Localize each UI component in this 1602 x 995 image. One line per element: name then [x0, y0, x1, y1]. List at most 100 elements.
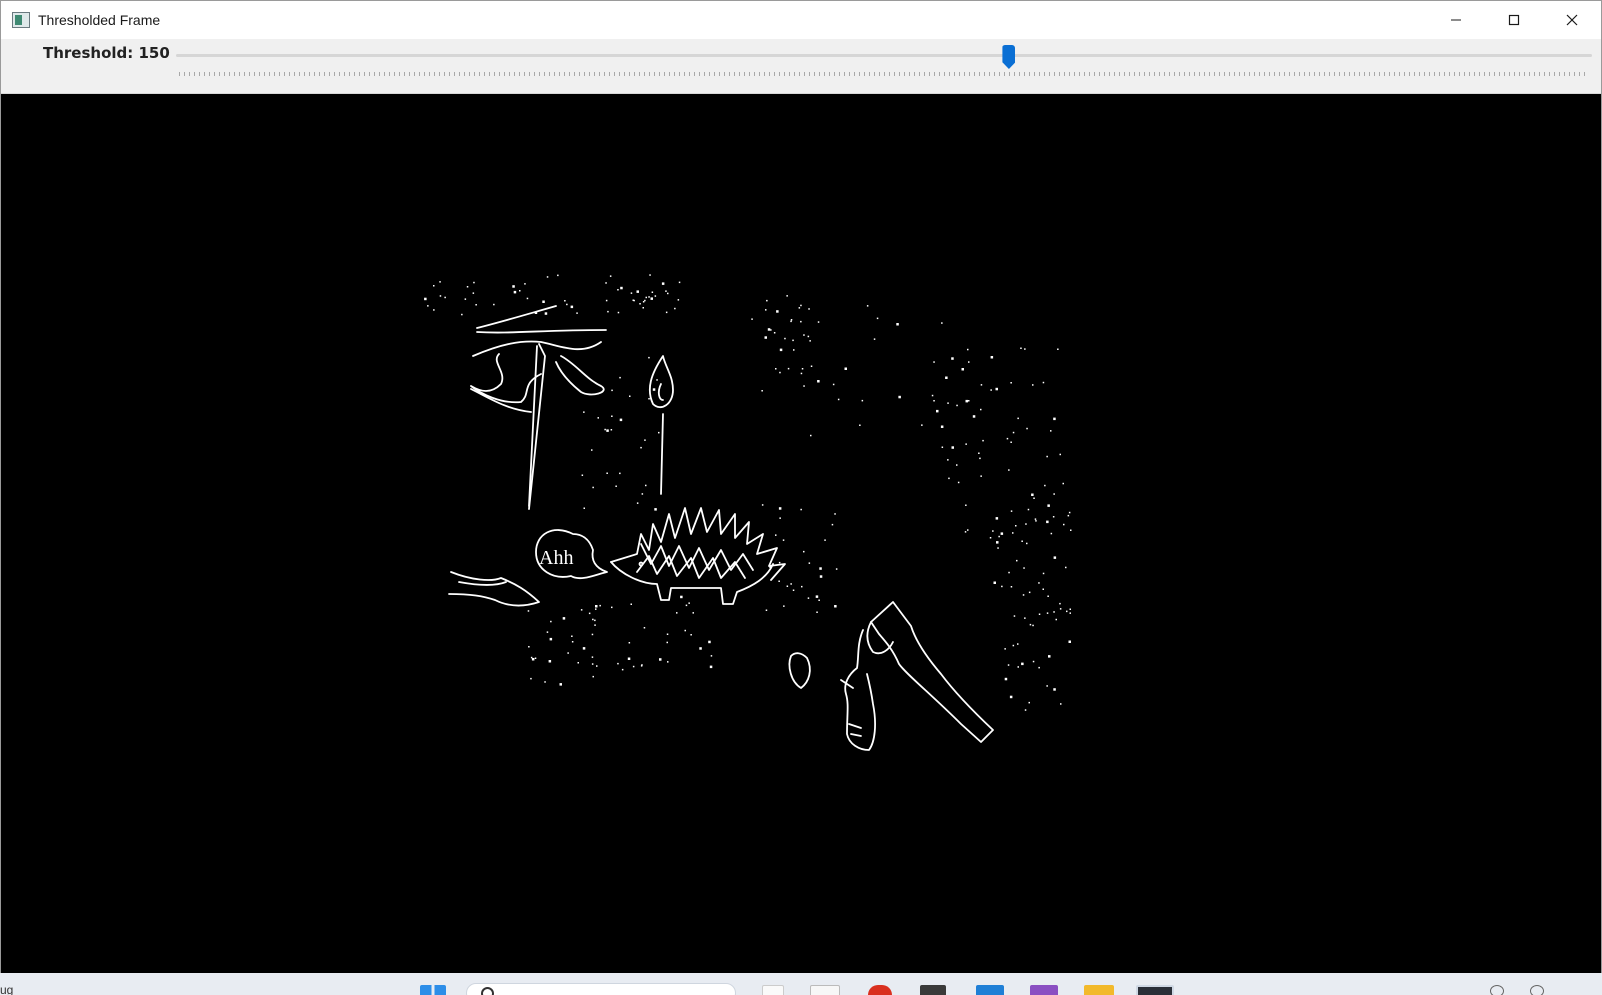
- title-bar[interactable]: Thresholded Frame: [1, 1, 1601, 39]
- noise-speck: [595, 608, 597, 610]
- noise-speck: [640, 446, 642, 449]
- noise-speck: [761, 504, 764, 506]
- noise-speck: [1047, 504, 1050, 507]
- noise-speck: [599, 604, 601, 607]
- noise-speck: [427, 305, 429, 307]
- noise-speck: [834, 513, 836, 515]
- noise-speck: [1004, 677, 1008, 681]
- noise-speck: [819, 575, 823, 578]
- noise-speck: [606, 472, 608, 474]
- close-button[interactable]: [1543, 1, 1601, 39]
- noise-speck: [948, 477, 950, 480]
- noise-speck: [898, 395, 901, 399]
- noise-speck: [801, 368, 804, 370]
- noise-speck: [1053, 556, 1057, 559]
- noise-speck: [667, 661, 669, 663]
- noise-speck: [1053, 611, 1055, 613]
- noise-speck: [615, 485, 617, 487]
- visual-studio-icon[interactable]: [1030, 985, 1058, 995]
- noise-speck: [1022, 594, 1025, 596]
- noise-speck: [526, 297, 529, 300]
- search-box[interactable]: [466, 983, 736, 995]
- taskbar: ug: [0, 973, 1602, 995]
- noise-speck: [978, 452, 980, 454]
- noise-speck: [1038, 613, 1041, 615]
- noise-speck: [778, 580, 780, 582]
- noise-speck: [1053, 493, 1055, 495]
- noise-speck: [790, 319, 793, 321]
- noise-speck: [1032, 384, 1034, 386]
- noise-speck: [764, 336, 767, 339]
- noise-speck: [1007, 664, 1010, 666]
- noise-speck: [1042, 588, 1044, 590]
- terminal-icon[interactable]: [1136, 985, 1174, 995]
- noise-speck: [1027, 508, 1030, 511]
- noise-speck: [831, 523, 834, 526]
- noise-speck: [591, 656, 594, 658]
- noise-speck: [776, 310, 779, 313]
- noise-speck: [998, 535, 1000, 538]
- noise-speck: [1063, 523, 1065, 526]
- noise-speck: [807, 597, 810, 599]
- noise-speck: [767, 328, 771, 331]
- noise-speck: [992, 530, 994, 532]
- noise-speck: [1053, 688, 1056, 691]
- noise-speck: [1009, 695, 1013, 699]
- noise-speck: [596, 665, 598, 667]
- noise-speck: [588, 612, 591, 615]
- noise-speck: [627, 657, 631, 660]
- noise-speck: [866, 305, 869, 307]
- noise-speck: [630, 292, 633, 294]
- noise-speck: [644, 439, 646, 441]
- noise-speck: [803, 550, 805, 553]
- noise-speck: [810, 434, 812, 437]
- folder-icon[interactable]: [1084, 985, 1114, 995]
- noise-speck: [941, 322, 943, 324]
- noise-speck: [961, 368, 964, 371]
- vscode-icon[interactable]: [976, 985, 1004, 995]
- noise-speck: [609, 275, 612, 277]
- noise-speck: [534, 657, 537, 659]
- noise-speck: [775, 368, 777, 370]
- close-icon: [1566, 14, 1578, 26]
- noise-speck: [690, 634, 692, 636]
- tray-icon[interactable]: [1530, 985, 1544, 995]
- noise-speck: [815, 595, 819, 598]
- noise-speck: [594, 624, 596, 626]
- noise-speck: [1050, 532, 1053, 535]
- noise-speck: [965, 443, 967, 445]
- noise-speck: [519, 290, 521, 292]
- noise-speck: [580, 609, 583, 611]
- red-app-icon[interactable]: [868, 985, 892, 995]
- noise-speck: [965, 399, 968, 403]
- noise-speck: [433, 285, 435, 287]
- noise-speck: [792, 339, 794, 342]
- minimize-button[interactable]: [1427, 1, 1485, 39]
- noise-speck: [765, 609, 768, 611]
- noise-speck: [1052, 516, 1055, 518]
- noise-speck: [611, 415, 613, 417]
- file-icon[interactable]: [762, 985, 784, 995]
- noise-speck: [710, 655, 713, 657]
- tray-icon[interactable]: [1490, 985, 1504, 995]
- noise-speck: [583, 507, 585, 509]
- windows-start-icon[interactable]: [420, 985, 446, 995]
- threshold-slider-track[interactable]: [176, 54, 1592, 57]
- noise-speck: [550, 620, 552, 623]
- noise-speck: [980, 475, 982, 477]
- app-icon[interactable]: [810, 985, 840, 995]
- maximize-button[interactable]: [1485, 1, 1543, 39]
- threshold-slider-handle[interactable]: [1002, 45, 1016, 69]
- noise-speck: [594, 619, 596, 622]
- noise-speck: [1066, 610, 1068, 613]
- noise-speck: [628, 642, 631, 644]
- noise-speck: [604, 428, 606, 431]
- noise-speck: [576, 312, 578, 314]
- noise-speck: [1010, 382, 1012, 384]
- noise-speck: [818, 599, 820, 601]
- noise-speck: [607, 310, 609, 313]
- noise-speck: [606, 429, 609, 432]
- book-icon[interactable]: [920, 985, 946, 995]
- noise-speck: [982, 439, 984, 442]
- noise-speck: [424, 297, 427, 301]
